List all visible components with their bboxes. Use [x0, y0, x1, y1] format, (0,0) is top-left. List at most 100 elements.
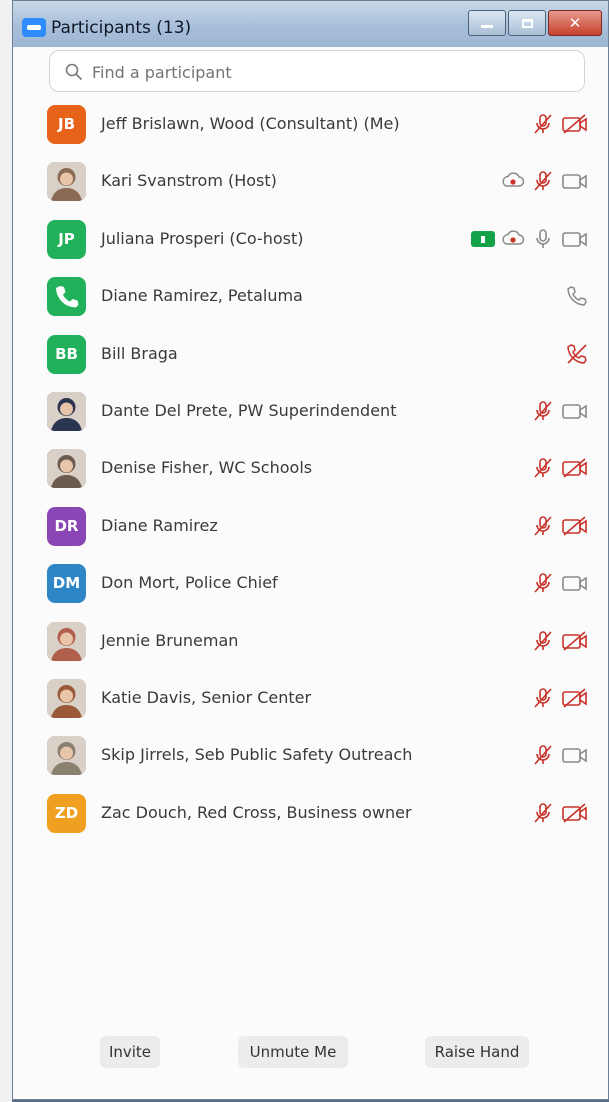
person-photo-icon	[47, 391, 86, 431]
participant-row[interactable]: JB Jeff Brislawn, Wood (Consultant) (Me)	[13, 103, 608, 160]
participant-row[interactable]: Katie Davis, Senior Center	[13, 677, 608, 734]
participant-name: Jennie Bruneman	[101, 630, 239, 650]
mic-muted-icon[interactable]	[531, 112, 555, 136]
zoom-app-icon	[22, 18, 46, 37]
participant-row[interactable]: ZD Zac Douch, Red Cross, Business owner	[13, 792, 608, 849]
video-on-icon[interactable]	[561, 571, 589, 595]
video-on-icon[interactable]	[561, 399, 589, 423]
mic-muted-icon[interactable]	[531, 514, 555, 538]
video-off-icon[interactable]	[561, 456, 589, 480]
participant-list: JB Jeff Brislawn, Wood (Consultant) (Me) K…	[13, 103, 608, 849]
avatar	[47, 391, 86, 431]
participants-panel: JB Jeff Brislawn, Wood (Consultant) (Me) K…	[13, 47, 608, 1099]
mic-muted-icon[interactable]	[531, 169, 555, 193]
window-title: Participants (13)	[51, 18, 192, 38]
participant-status-icons	[531, 686, 589, 710]
close-icon: ✕	[568, 14, 582, 32]
video-on-icon[interactable]	[561, 227, 589, 251]
person-photo-icon	[47, 678, 86, 718]
mic-muted-icon[interactable]	[531, 629, 555, 653]
avatar	[47, 162, 86, 202]
participant-row[interactable]: Skip Jirrels, Seb Public Safety Outreach	[13, 734, 608, 791]
participant-status-icons	[471, 227, 589, 251]
mic-muted-icon[interactable]	[531, 571, 555, 595]
participant-status-icons	[531, 801, 589, 825]
record-icon[interactable]	[501, 227, 525, 251]
raise-hand-button[interactable]: Raise Hand	[425, 1036, 529, 1068]
share-screen-icon	[471, 230, 495, 247]
video-off-icon[interactable]	[561, 112, 589, 136]
avatar: DM	[47, 564, 86, 604]
mic-muted-icon[interactable]	[531, 801, 555, 825]
participant-name: Bill Braga	[101, 343, 178, 363]
participant-row[interactable]: Denise Fisher, WC Schools	[13, 447, 608, 504]
participant-row[interactable]: DM Don Mort, Police Chief	[13, 562, 608, 619]
avatar: DR	[47, 506, 86, 546]
phone-muted-icon[interactable]	[565, 342, 589, 366]
video-on-icon[interactable]	[561, 743, 589, 767]
search-icon	[65, 63, 82, 80]
participant-name: Katie Davis, Senior Center	[101, 687, 312, 707]
participant-status-icons	[501, 169, 589, 193]
mic-muted-icon[interactable]	[531, 686, 555, 710]
participant-name: Diane Ramirez, Petaluma	[101, 286, 303, 306]
phone-icon	[56, 286, 79, 308]
mic-on-icon[interactable]	[531, 227, 555, 251]
participant-name: Jeff Brislawn, Wood (Consultant) (Me)	[101, 114, 400, 133]
participant-row[interactable]: Dante Del Prete, PW Superindendent	[13, 390, 608, 447]
participant-status-icons	[531, 456, 589, 480]
footer-toolbar: Invite Unmute Me Raise Hand	[13, 1036, 608, 1072]
video-off-icon[interactable]	[561, 514, 589, 538]
minimize-icon	[481, 25, 493, 28]
background-window-strip	[0, 0, 12, 1102]
video-off-icon[interactable]	[561, 801, 589, 825]
person-photo-icon	[47, 621, 86, 661]
participant-name: Kari Svanstrom (Host)	[101, 171, 277, 191]
participant-name: Zac Douch, Red Cross, Business owner	[101, 802, 412, 822]
participant-status-icons	[531, 514, 589, 538]
participant-name: Don Mort, Police Chief	[101, 573, 278, 593]
mic-muted-icon[interactable]	[531, 399, 555, 423]
participant-status-icons	[531, 629, 589, 653]
avatar	[47, 449, 86, 489]
participant-name: Dante Del Prete, PW Superindendent	[101, 400, 397, 420]
participant-row[interactable]: DR Diane Ramirez	[13, 505, 608, 562]
participant-row[interactable]: Jennie Bruneman	[13, 620, 608, 677]
person-photo-icon	[47, 449, 86, 489]
participant-row[interactable]: Diane Ramirez, Petaluma	[13, 275, 608, 332]
participants-window: Participants (13) ✕ JB Jeff Brislawn, Woo…	[12, 0, 609, 1100]
minimize-button[interactable]	[468, 10, 506, 36]
participant-name: Diane Ramirez	[101, 515, 218, 535]
participant-status-icons	[531, 112, 589, 136]
video-on-icon[interactable]	[561, 169, 589, 193]
close-button[interactable]: ✕	[548, 10, 602, 36]
participant-row[interactable]: BB Bill Braga	[13, 333, 608, 390]
phone-icon[interactable]	[565, 284, 589, 308]
video-off-icon[interactable]	[561, 629, 589, 653]
video-off-icon[interactable]	[561, 686, 589, 710]
participant-name: Skip Jirrels, Seb Public Safety Outreach	[101, 745, 413, 765]
participant-status-icons	[565, 342, 589, 366]
participant-status-icons	[565, 284, 589, 308]
maximize-button[interactable]	[508, 10, 546, 36]
participant-status-icons	[531, 743, 589, 767]
unmute-me-button[interactable]: Unmute Me	[238, 1036, 348, 1068]
participant-status-icons	[531, 399, 589, 423]
participant-name: Denise Fisher, WC Schools	[101, 458, 313, 478]
avatar	[47, 277, 86, 317]
avatar: JP	[47, 219, 86, 259]
record-icon[interactable]	[501, 169, 525, 193]
avatar	[47, 736, 86, 776]
invite-button[interactable]: Invite	[100, 1036, 160, 1068]
title-bar[interactable]: Participants (13) ✕	[13, 1, 608, 47]
mic-muted-icon[interactable]	[531, 743, 555, 767]
participant-row[interactable]: JP Juliana Prosperi (Co-host)	[13, 218, 608, 275]
person-photo-icon	[47, 736, 86, 776]
search-box[interactable]	[49, 50, 585, 92]
avatar: ZD	[47, 793, 86, 833]
participant-row[interactable]: Kari Svanstrom (Host)	[13, 160, 608, 217]
mic-muted-icon[interactable]	[531, 456, 555, 480]
search-input[interactable]	[90, 57, 574, 87]
person-photo-icon	[47, 162, 86, 202]
avatar	[47, 678, 86, 718]
